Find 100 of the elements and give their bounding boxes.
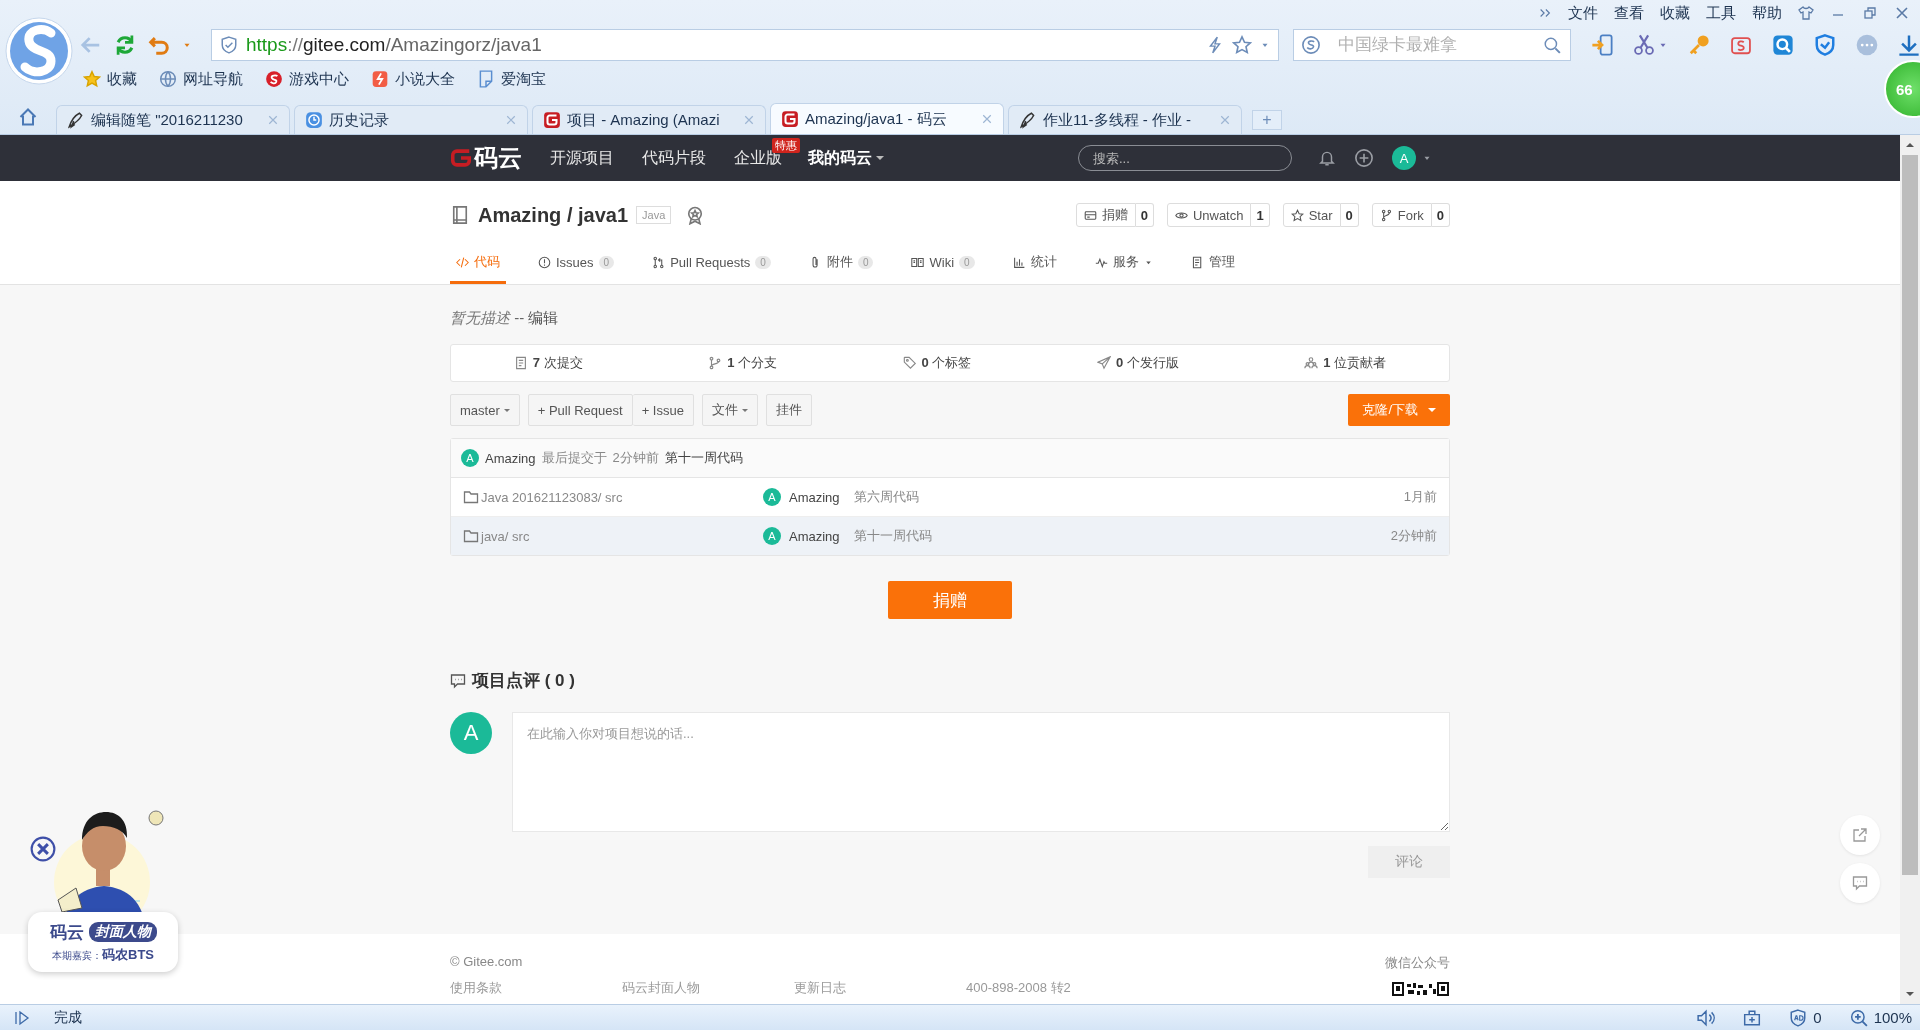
restore-icon[interactable] <box>1862 5 1878 21</box>
key-icon[interactable] <box>1688 34 1710 56</box>
repo-tab[interactable]: 附件 0 <box>802 243 880 284</box>
file-row[interactable]: java/ src A Amazing 第十一周代码 2分钟前 <box>451 517 1449 555</box>
zoom-icon[interactable] <box>1849 1008 1868 1027</box>
widget-button[interactable]: 挂件 <box>765 394 812 426</box>
repo-stat[interactable]: 0 个发行版 <box>1096 354 1179 372</box>
branch-dropdown[interactable]: master <box>450 394 520 426</box>
phone-icon[interactable] <box>1591 34 1613 56</box>
nav-link[interactable]: 我的码云 <box>808 147 884 169</box>
refresh-icon[interactable] <box>114 34 136 56</box>
commit-message[interactable]: 第六周代码 <box>853 488 919 506</box>
bookmark[interactable]: 爱淘宝 <box>477 69 546 89</box>
magnifier-icon[interactable] <box>1772 34 1794 56</box>
repo-stat[interactable]: 0 个标签 <box>902 354 972 372</box>
repo-tab[interactable]: Issues 0 <box>532 243 621 284</box>
repo-tab[interactable]: Pull Requests 0 <box>646 243 777 284</box>
repo-stat[interactable]: 1 位贡献者 <box>1304 354 1387 372</box>
tab-icon <box>456 255 469 269</box>
tab-icon <box>538 255 551 269</box>
browser-tab[interactable]: 编辑随笔 "2016211230 <box>56 105 290 134</box>
bookmark[interactable]: 小说大全 <box>371 69 455 89</box>
scrollbar[interactable] <box>1900 135 1920 1004</box>
repo-title[interactable]: Amazing / java1 <box>478 203 629 227</box>
repo-action-button[interactable]: Unwatch <box>1166 203 1252 227</box>
bookmark[interactable]: 游戏中心 <box>265 69 349 89</box>
more-icon[interactable] <box>1856 34 1878 56</box>
repo-action-button[interactable]: 捐赠 <box>1075 203 1136 227</box>
ad-banner[interactable]: 码云 封面人物 本期嘉宾：码农BTS <box>28 912 178 972</box>
scissors-icon[interactable] <box>1633 34 1655 56</box>
edit-link[interactable]: 编辑 <box>528 309 559 326</box>
skin-icon[interactable] <box>1798 5 1814 21</box>
folder-icon <box>463 528 479 544</box>
close-icon[interactable] <box>1894 5 1910 21</box>
commit-message[interactable]: 第十一周代码 <box>664 449 743 467</box>
add-icon[interactable] <box>1354 148 1374 168</box>
action-count[interactable]: 0 <box>1340 203 1359 227</box>
menu-item[interactable]: 收藏 <box>1660 3 1690 23</box>
comment-field[interactable]: 在此输入你对项目想说的话... <box>512 712 1450 832</box>
menu-item[interactable]: 工具 <box>1706 3 1736 23</box>
repo-tab[interactable]: 统计 <box>1006 243 1063 284</box>
ad-brand: 码云 <box>49 921 84 944</box>
more-menus-icon[interactable] <box>1538 6 1552 20</box>
commit-author[interactable]: Amazing <box>789 489 840 505</box>
menu-item[interactable]: 文件 <box>1568 3 1598 23</box>
repo-stat[interactable]: 7 次提交 <box>513 354 583 372</box>
browser-tab[interactable]: 作业11-多线程 - 作业 - <box>1008 105 1242 134</box>
nav-link[interactable]: 代码片段 <box>642 147 706 169</box>
sidebar-toggle-icon[interactable] <box>14 1009 30 1026</box>
shield-icon[interactable] <box>1814 34 1836 56</box>
repo-action-button[interactable]: Fork <box>1371 203 1432 227</box>
bookmark[interactable]: 网址导航 <box>159 69 243 89</box>
nav-link[interactable]: 开源项目 <box>550 147 614 169</box>
browser-tab[interactable]: Amazing/java1 - 码云 <box>770 103 1004 134</box>
browser-logo[interactable] <box>4 17 73 85</box>
bell-icon[interactable] <box>1318 149 1336 167</box>
count-badge: 0 <box>755 255 771 269</box>
search-field[interactable]: 中国绿卡最难拿 <box>1293 29 1571 61</box>
action-count[interactable]: 1 <box>1251 203 1270 227</box>
speaker-icon[interactable] <box>1697 1008 1716 1027</box>
menu-item[interactable]: 查看 <box>1614 3 1644 23</box>
tab-icon <box>1019 111 1037 129</box>
repo-tab[interactable]: Wiki 0 <box>905 243 981 284</box>
lightning-icon[interactable] <box>1206 36 1224 54</box>
menu-item[interactable]: 帮助 <box>1752 3 1782 23</box>
toolbox-icon[interactable] <box>1743 1008 1762 1027</box>
browser-tab[interactable]: 历史记录 <box>294 105 528 134</box>
search-icon[interactable] <box>1543 36 1561 54</box>
stat-icon <box>513 356 528 370</box>
repo-tab[interactable]: 管理 <box>1184 243 1241 284</box>
repo-tab[interactable]: 服务 <box>1088 243 1159 284</box>
share-button[interactable] <box>1840 815 1880 855</box>
bookmark-icon <box>159 70 177 88</box>
address-bar[interactable]: https://gitee.com/Amazingorz/java1 <box>211 29 1279 61</box>
commit-author[interactable]: Amazing <box>789 528 840 544</box>
close-icon[interactable] <box>30 836 56 862</box>
bookmark[interactable]: 收藏 <box>83 69 137 89</box>
ad-block-icon[interactable] <box>1789 1008 1808 1027</box>
file-dropdown[interactable]: 文件 <box>701 394 758 426</box>
toolbar-button[interactable]: + Issue <box>632 394 694 426</box>
zoom-level[interactable]: 100% <box>1873 1009 1912 1026</box>
feedback-button[interactable] <box>1840 863 1880 903</box>
site-logo[interactable]: 码云 <box>450 142 522 174</box>
repo-action-button[interactable]: Star <box>1282 203 1341 227</box>
commit-author[interactable]: Amazing <box>485 450 536 466</box>
toolbar-button[interactable]: + Pull Request <box>527 394 633 426</box>
home-icon[interactable] <box>18 107 38 127</box>
ad-guest: 码农BTS <box>102 945 154 964</box>
repo-stat[interactable]: 1 个分支 <box>708 354 777 372</box>
tab-icon <box>543 111 561 129</box>
download-icon[interactable] <box>1898 34 1920 56</box>
folder-name[interactable]: Java 201621123083/ src <box>481 489 623 505</box>
stat-icon <box>1304 356 1319 370</box>
star-icon[interactable] <box>1232 35 1252 55</box>
browser-tab[interactable]: 项目 - Amazing (Amazi <box>532 105 766 134</box>
action-count[interactable]: 0 <box>1135 203 1154 227</box>
ad-block-count[interactable]: 0 <box>1813 1009 1822 1026</box>
undo-icon[interactable] <box>148 34 170 56</box>
action-count[interactable]: 0 <box>1431 203 1450 227</box>
search-field[interactable]: 搜索... <box>1078 145 1292 171</box>
